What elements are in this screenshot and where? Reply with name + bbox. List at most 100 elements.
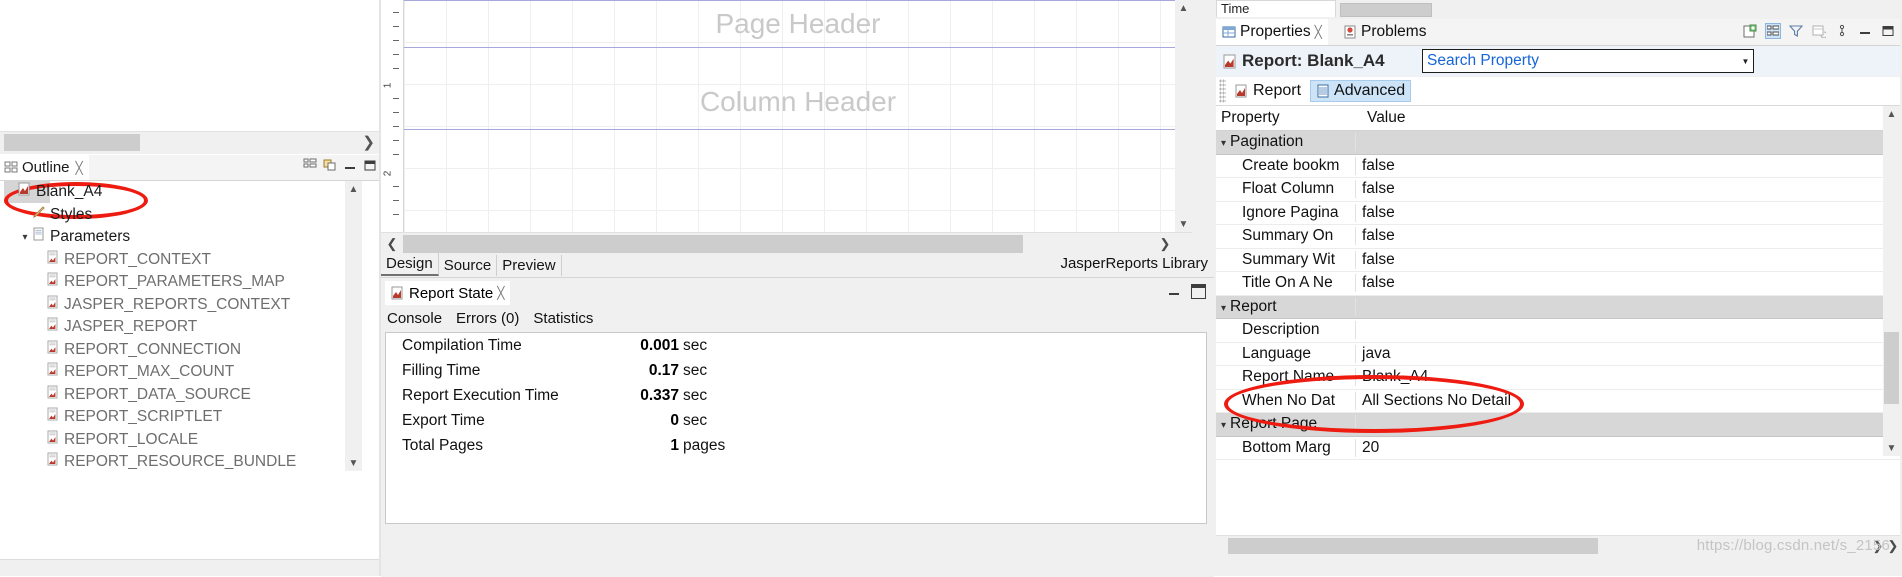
properties-row[interactable]: Summary Wit false xyxy=(1216,249,1900,272)
property-value-cell[interactable]: All Sections No Detail xyxy=(1356,392,1900,410)
report-state-subtab[interactable]: Errors (0) xyxy=(454,308,521,329)
filter-icon[interactable] xyxy=(1788,23,1804,39)
properties-row[interactable]: Summary On false xyxy=(1216,225,1900,249)
property-value-cell[interactable]: java xyxy=(1356,345,1900,363)
properties-row[interactable]: Language java xyxy=(1216,343,1900,366)
property-value-cell[interactable]: false xyxy=(1356,251,1900,269)
show-categories-icon[interactable] xyxy=(1765,23,1781,39)
tab-properties[interactable]: Properties ╳ xyxy=(1216,19,1328,45)
view-menu-icon[interactable] xyxy=(1834,23,1850,39)
outline-tree-item[interactable]: REPORT_PARAMETERS_MAP xyxy=(0,271,362,294)
properties-group-row[interactable]: ▾ Pagination xyxy=(1216,131,1900,155)
outline-tree-item[interactable]: Blank_A4 xyxy=(0,181,362,204)
minimize-icon[interactable] xyxy=(1857,23,1873,39)
properties-row[interactable]: Report Name Blank_A4 xyxy=(1216,366,1900,390)
editor-tab-design[interactable]: Design xyxy=(381,253,439,276)
scroll-up-icon[interactable]: ▲ xyxy=(1175,0,1192,16)
outline-tree-item[interactable]: REPORT_CONNECTION xyxy=(0,339,362,362)
report-state-subtab[interactable]: Statistics xyxy=(531,308,595,329)
scrollbar-thumb[interactable] xyxy=(1884,332,1899,404)
subtab-advanced[interactable]: Advanced xyxy=(1310,80,1412,102)
close-x-icon[interactable]: ╳ xyxy=(497,286,504,300)
chevron-down-icon[interactable]: ▾ xyxy=(1221,420,1226,431)
scrollbar-thumb[interactable] xyxy=(1228,538,1598,554)
close-x-icon[interactable]: ╳ xyxy=(1315,25,1322,39)
chevron-down-icon[interactable]: ▾ xyxy=(1221,138,1226,149)
link-with-editor-icon[interactable] xyxy=(323,158,337,172)
properties-horizontal-scrollbar[interactable]: ❯ ❯ xyxy=(1216,535,1900,556)
scroll-down-icon[interactable]: ▼ xyxy=(345,455,362,471)
chevron-down-icon[interactable]: ▼ xyxy=(1738,57,1753,66)
scroll-up-icon[interactable]: ▲ xyxy=(345,181,362,197)
properties-row[interactable]: Description xyxy=(1216,319,1900,343)
outline-tree-item[interactable]: JASPER_REPORT xyxy=(0,316,362,339)
property-value-cell[interactable]: false xyxy=(1356,180,1900,198)
search-input[interactable] xyxy=(1423,51,1738,71)
subtab-report[interactable]: Report xyxy=(1230,80,1306,102)
restore-defaults-icon[interactable] xyxy=(1811,23,1827,39)
report-design-canvas[interactable]: Page Header Column Header xyxy=(404,0,1192,232)
chevron-right-icon-2[interactable]: ❯ xyxy=(1886,536,1900,556)
chevron-right-icon[interactable]: ❯ xyxy=(1156,234,1174,254)
scroll-down-icon[interactable]: ▼ xyxy=(1175,216,1192,232)
collapse-all-icon[interactable] xyxy=(303,158,317,172)
minimize-icon[interactable] xyxy=(1168,285,1181,298)
property-value-cell[interactable]: false xyxy=(1356,204,1900,222)
scrollbar-thumb[interactable] xyxy=(403,235,1023,253)
outline-tree-item[interactable]: Styles xyxy=(0,204,362,227)
report-state-subtab[interactable]: Console xyxy=(385,308,444,329)
scroll-up-icon[interactable]: ▲ xyxy=(1883,106,1900,122)
property-value-cell[interactable]: false xyxy=(1356,274,1900,292)
canvas-vertical-scrollbar[interactable]: ▲ ▼ xyxy=(1175,0,1192,232)
properties-group-row[interactable]: ▾ Report Page xyxy=(1216,413,1900,437)
statistics-row: Report Execution Time 0.337 sec xyxy=(386,383,1206,408)
properties-table[interactable]: Property Value ▾ Pagination Create bookm fals… xyxy=(1216,106,1900,556)
property-value-cell[interactable]: 20 xyxy=(1356,439,1900,457)
property-value-cell[interactable]: Blank_A4 xyxy=(1356,368,1900,386)
properties-row[interactable]: Title On A Ne false xyxy=(1216,272,1900,296)
outline-tree-item[interactable]: REPORT_CONTEXT xyxy=(0,249,362,272)
search-property-box[interactable]: ▼ xyxy=(1422,49,1754,73)
scrollbar-thumb[interactable] xyxy=(4,134,140,151)
twisty-icon[interactable]: ▾ xyxy=(18,232,32,243)
chevron-down-icon[interactable]: ▾ xyxy=(1221,303,1226,314)
properties-row[interactable]: Float Column false xyxy=(1216,178,1900,202)
outline-tree-item[interactable]: REPORT_RESOURCE_BUNDLE xyxy=(0,451,362,471)
maximize-icon[interactable] xyxy=(1880,23,1896,39)
tab-problems[interactable]: Problems xyxy=(1337,19,1432,45)
outline-tree[interactable]: Blank_A4 Styles ▾ Parameters REPORT_CONTEXT R… xyxy=(0,181,362,471)
outline-tree-item[interactable]: REPORT_DATA_SOURCE xyxy=(0,384,362,407)
chevron-right-icon[interactable]: ❯ xyxy=(362,133,375,151)
properties-row[interactable]: Bottom Marg 20 xyxy=(1216,437,1900,460)
tab-outline[interactable]: Outline ╳ xyxy=(0,155,89,180)
drag-handle[interactable] xyxy=(1219,79,1226,103)
outline-tree-item[interactable]: REPORT_MAX_COUNT xyxy=(0,361,362,384)
minimize-icon[interactable] xyxy=(343,158,357,172)
new-view-icon[interactable] xyxy=(1742,23,1758,39)
properties-vertical-scrollbar[interactable]: ▲ ▼ xyxy=(1883,106,1900,456)
properties-group-row[interactable]: ▾ Report xyxy=(1216,295,1900,319)
scrollbar-thumb[interactable] xyxy=(1340,3,1432,17)
chevron-left-icon[interactable]: ❮ xyxy=(383,234,401,254)
outline-tree-item[interactable]: REPORT_SCRIPTLET xyxy=(0,406,362,429)
outline-tree-item[interactable]: ▾ Parameters xyxy=(0,226,362,249)
editor-tab-source[interactable]: Source xyxy=(438,255,498,276)
tab-time[interactable]: Time xyxy=(1216,0,1336,17)
canvas-horizontal-scrollbar[interactable]: ❮ ❯ xyxy=(381,232,1192,255)
maximize-icon[interactable] xyxy=(1191,284,1206,299)
left-horizontal-scrollbar[interactable]: ❯ xyxy=(0,131,381,154)
properties-row[interactable]: When No Dat All Sections No Detail xyxy=(1216,390,1900,413)
tab-report-state[interactable]: Report State ╳ xyxy=(385,281,511,305)
editor-tab-preview[interactable]: Preview xyxy=(497,255,562,276)
outline-tree-item[interactable]: JASPER_REPORTS_CONTEXT xyxy=(0,294,362,317)
properties-row[interactable]: Ignore Pagina false xyxy=(1216,202,1900,225)
outline-tree-item[interactable]: REPORT_LOCALE xyxy=(0,429,362,452)
chevron-right-icon[interactable]: ❯ xyxy=(1870,536,1886,556)
property-value-cell[interactable]: false xyxy=(1356,157,1900,175)
property-value-cell[interactable]: false xyxy=(1356,227,1900,245)
maximize-icon[interactable] xyxy=(363,158,377,172)
scroll-down-icon[interactable]: ▼ xyxy=(1883,440,1900,456)
properties-row[interactable]: Create bookm false xyxy=(1216,155,1900,178)
close-x-icon[interactable]: ╳ xyxy=(76,161,83,175)
outline-vertical-scrollbar[interactable]: ▲ ▼ xyxy=(345,181,362,471)
